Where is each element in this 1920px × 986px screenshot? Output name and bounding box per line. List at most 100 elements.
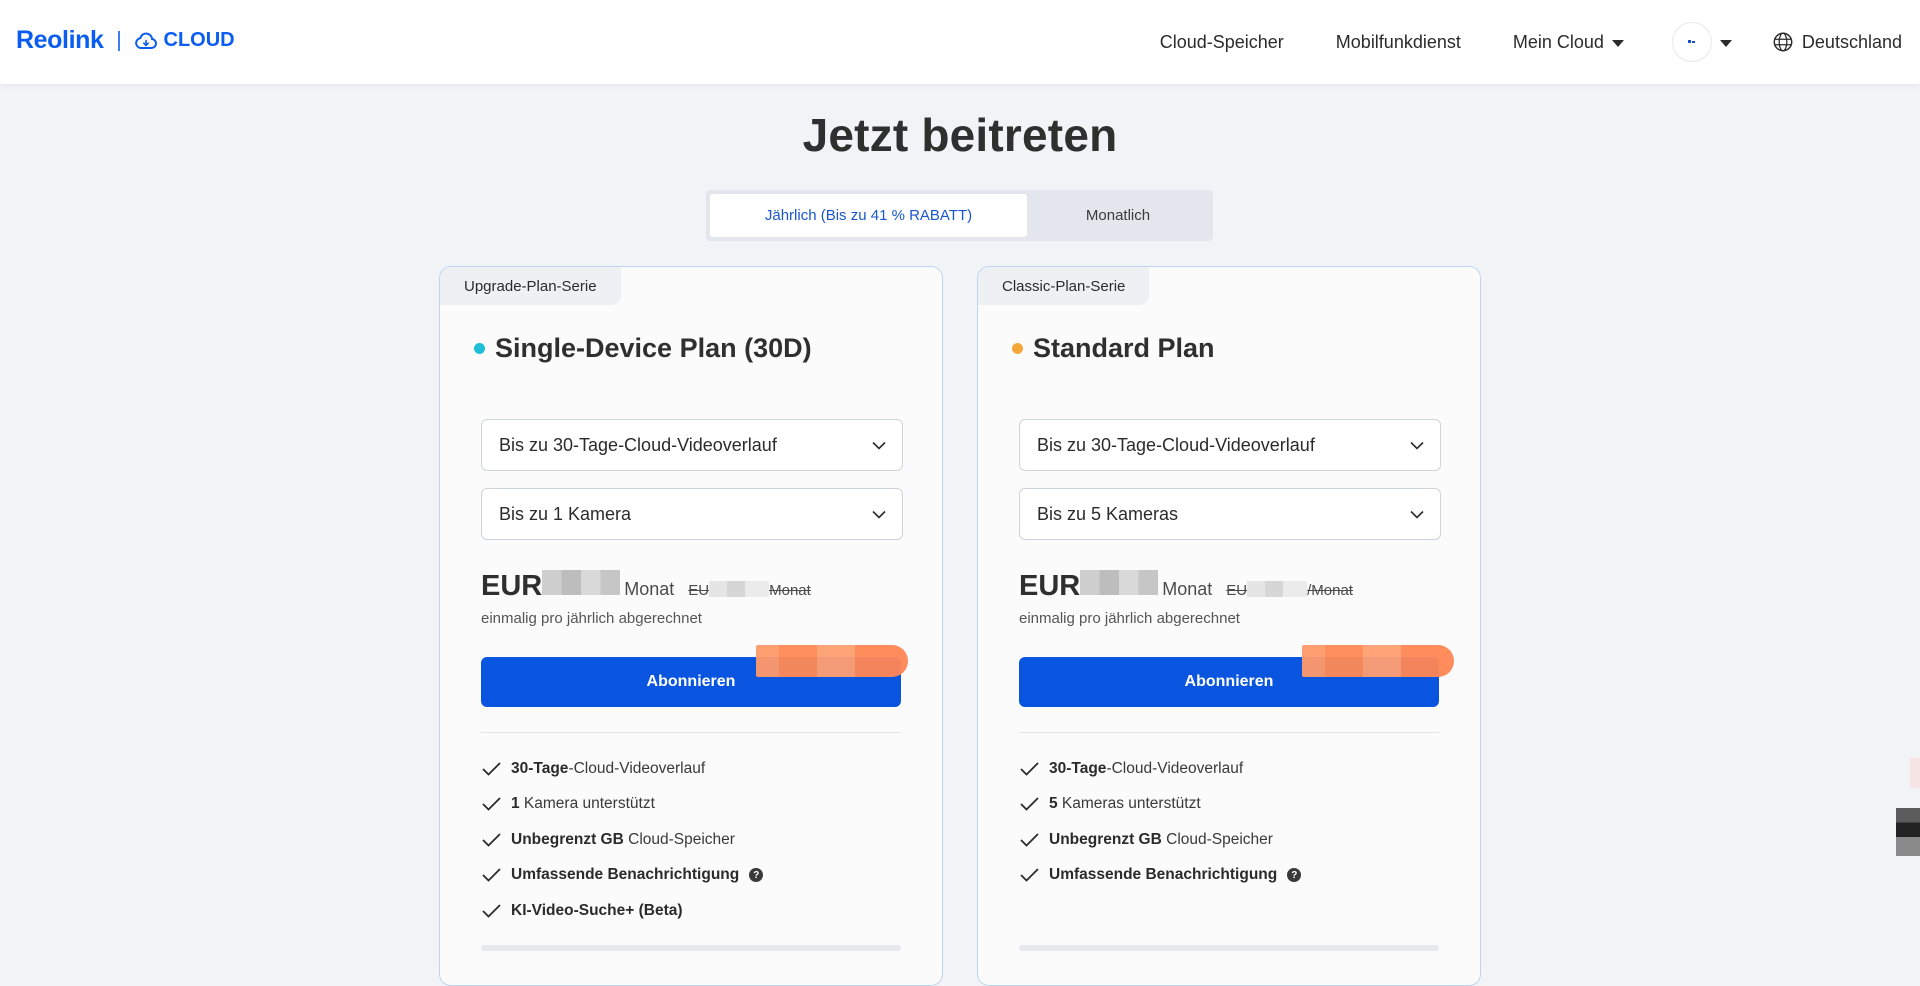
divider <box>481 732 901 733</box>
camera-count-select[interactable]: Bis zu 5 Kameras <box>1019 488 1441 540</box>
floating-widget-part <box>1896 808 1920 856</box>
feature-item: Unbegrenzt GB Cloud-Speicher <box>481 822 763 858</box>
camera-count-select[interactable]: Bis zu 1 Kamera <box>481 488 903 540</box>
promo-badge-redacted <box>756 645 908 677</box>
price-row: EUR Monat EU Monat <box>481 570 811 603</box>
billing-period-toggle: Jährlich (Bis zu 41 % RABATT) Monatlich <box>706 190 1213 241</box>
help-icon[interactable]: ? <box>749 868 764 883</box>
check-icon <box>482 833 501 847</box>
cloud-logo: CLOUD <box>134 29 235 52</box>
feature-item: 5 Kameras unterstützt <box>1019 787 1301 823</box>
feature-text: Kamera unterstützt <box>519 795 655 813</box>
plan-name-label: Standard Plan <box>1033 333 1215 363</box>
card-bottom-separator <box>481 945 901 951</box>
feature-text: -Cloud-Videoverlauf <box>1106 759 1244 777</box>
card-bottom-separator <box>1019 945 1439 951</box>
help-icon[interactable]: ? <box>1287 868 1302 883</box>
check-icon <box>482 797 501 812</box>
nav-cloud-storage[interactable]: Cloud-Speicher <box>1160 32 1284 53</box>
price-currency: EUR <box>481 570 543 602</box>
chevron-down-icon <box>872 441 886 450</box>
original-price-period: Monat <box>769 582 811 599</box>
plan-card-standard: Classic-Plan-Serie Standard Plan Bis zu … <box>977 266 1481 986</box>
brand-separator <box>117 30 120 51</box>
check-icon <box>1020 762 1039 776</box>
plan-card-single-device: Upgrade-Plan-Serie Single-Device Plan (3… <box>439 266 943 986</box>
user-avatar-icon <box>1687 40 1695 43</box>
page-title: Jetzt beitreten <box>802 109 1118 161</box>
check-icon <box>1020 833 1039 847</box>
original-price: EU Monat <box>688 581 811 599</box>
camera-count-value: Bis zu 5 Kameras <box>1037 503 1179 524</box>
feature-highlight: Umfassende Benachrichtigung <box>1049 866 1278 884</box>
check-icon <box>1020 868 1039 883</box>
cloud-product-label: CLOUD <box>163 29 235 51</box>
feature-item: Unbegrenzt GB Cloud-Speicher <box>1019 822 1301 858</box>
toggle-yearly[interactable]: Jährlich (Bis zu 41 % RABATT) <box>710 194 1027 237</box>
caret-down-icon <box>1611 39 1624 47</box>
price-period: Monat <box>1162 579 1213 599</box>
cloud-icon <box>134 32 157 49</box>
avatar <box>1671 22 1712 62</box>
price-amount-redacted <box>1080 570 1159 595</box>
price-period: Monat <box>624 579 675 599</box>
feature-text: Cloud-Speicher <box>623 830 735 848</box>
original-price-redacted <box>709 581 770 597</box>
check-icon <box>482 868 501 883</box>
original-price-currency: EU <box>1226 582 1248 599</box>
price-amount-redacted <box>542 570 621 595</box>
billing-note: einmalig pro jährlich abgerechnet <box>1019 610 1240 627</box>
toggle-monthly[interactable]: Monatlich <box>1027 194 1209 237</box>
feature-highlight: 30-Tage <box>1049 759 1107 777</box>
reolink-logo-text: Reolink <box>16 26 104 54</box>
chevron-down-icon <box>1410 441 1424 450</box>
price-currency: EUR <box>1019 570 1081 602</box>
history-duration-select[interactable]: Bis zu 30-Tage-Cloud-Videoverlauf <box>1019 419 1441 471</box>
check-icon <box>482 904 501 918</box>
feature-highlight: Umfassende Benachrichtigung <box>511 866 740 884</box>
feature-text: Kameras unterstützt <box>1057 795 1201 813</box>
series-tag: Upgrade-Plan-Serie <box>440 267 621 305</box>
nav-mobile-service[interactable]: Mobilfunkdienst <box>1336 32 1461 53</box>
main-nav: Cloud-Speicher Mobilfunkdienst Mein Clou… <box>1108 0 1920 84</box>
feature-highlight: Unbegrenzt GB <box>1049 830 1162 848</box>
feature-list: 30-Tage-Cloud-Videoverlauf 5 Kameras unt… <box>1019 751 1302 893</box>
history-duration-select[interactable]: Bis zu 30-Tage-Cloud-Videoverlauf <box>481 419 903 471</box>
plan-dot-icon <box>1012 343 1023 354</box>
billing-note: einmalig pro jährlich abgerechnet <box>481 610 702 627</box>
check-icon <box>1020 797 1039 812</box>
feature-item: 30-Tage-Cloud-Videoverlauf <box>1019 751 1301 787</box>
original-price: EU/Monat <box>1226 581 1353 599</box>
plan-title: Standard Plan <box>1012 333 1215 364</box>
feature-highlight: Unbegrenzt GB <box>511 830 624 848</box>
feature-highlight: KI-Video-Suche+ (Beta) <box>511 901 683 919</box>
chevron-down-icon <box>1410 510 1424 519</box>
original-price-period: /Monat <box>1307 582 1353 599</box>
nav-my-cloud-label: Mein Cloud <box>1512 31 1604 52</box>
brand-logo[interactable]: Reolink CLOUD <box>16 26 235 55</box>
nav-my-cloud[interactable]: Mein Cloud <box>1513 32 1624 53</box>
top-navigation-bar: Reolink CLOUD Cloud-Speicher Mobilfunkdi… <box>0 0 1920 84</box>
feature-item: 30-Tage-Cloud-Videoverlauf <box>481 751 763 787</box>
feature-highlight: 1 <box>511 795 520 813</box>
check-icon <box>482 762 501 776</box>
floating-widget-part <box>1910 758 1920 788</box>
floating-side-widget[interactable] <box>1896 758 1920 858</box>
feature-highlight: 5 <box>1049 795 1058 813</box>
original-price-currency: EU <box>688 582 710 599</box>
region-selector[interactable]: Deutschland <box>1772 31 1902 53</box>
account-menu[interactable] <box>1671 22 1732 62</box>
globe-icon <box>1773 32 1793 52</box>
feature-item: KI-Video-Suche+ (Beta) <box>481 893 763 929</box>
chevron-down-icon <box>872 510 886 519</box>
divider <box>1019 732 1439 733</box>
history-duration-value: Bis zu 30-Tage-Cloud-Videoverlauf <box>499 434 777 455</box>
promo-badge-redacted <box>1302 645 1454 677</box>
caret-down-icon <box>1719 39 1732 47</box>
plan-name-label: Single-Device Plan (30D) <box>495 333 812 363</box>
plan-dot-icon <box>474 343 485 354</box>
feature-text: -Cloud-Videoverlauf <box>568 759 706 777</box>
feature-list: 30-Tage-Cloud-Videoverlauf 1 Kamera unte… <box>481 751 764 929</box>
plan-title: Single-Device Plan (30D) <box>474 333 812 364</box>
region-label: Deutschland <box>1801 31 1902 52</box>
